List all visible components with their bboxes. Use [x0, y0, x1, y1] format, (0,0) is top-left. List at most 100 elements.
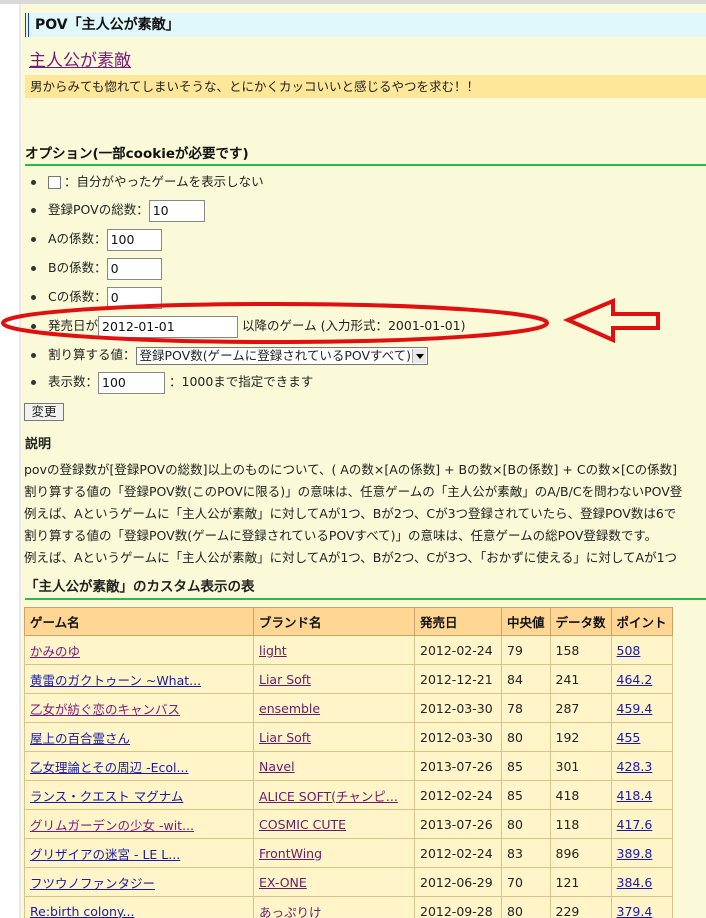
table-row: 黄雷のガクトゥーン ~What... Liar Soft 2012-12-21 84 2…: [24, 664, 673, 694]
table-cell: COSMIC CUTE: [253, 809, 415, 839]
brand-name-link[interactable]: FrontWing: [259, 846, 322, 861]
table-cell: 287: [549, 693, 612, 723]
game-name-link[interactable]: フツウノファンタジー: [30, 876, 155, 891]
release-date-cell: 2013-07-26: [420, 758, 493, 774]
hide-played-checkbox[interactable]: [48, 176, 61, 189]
median-cell: 84: [507, 671, 523, 687]
display-count-input[interactable]: 100: [98, 371, 166, 394]
release-date-cell: 2012-06-29: [420, 874, 493, 890]
points-link[interactable]: 464.2: [617, 672, 653, 687]
a-coef-label: Aの係数：: [48, 231, 107, 246]
data-count-cell: 896: [555, 845, 580, 861]
pov-title-link[interactable]: 主人公が素敵: [29, 46, 131, 71]
table-cell: 2012-03-30: [414, 693, 502, 723]
change-button[interactable]: 変更: [24, 403, 64, 421]
game-name-link[interactable]: ランス・クエスト マグナム: [30, 789, 183, 804]
points-link[interactable]: 417.6: [617, 817, 653, 832]
display-count-label: 表示数：: [48, 374, 99, 389]
points-link[interactable]: 384.6: [617, 875, 653, 890]
brand-name-link[interactable]: COSMIC CUTE: [259, 817, 346, 832]
points-link[interactable]: 508: [617, 643, 641, 658]
divisor-select[interactable]: 登録POV数(ゲームに登録されているPOVすべて): [135, 346, 429, 365]
column-header-game[interactable]: ゲーム名: [24, 607, 254, 636]
b-coef-input[interactable]: 0: [106, 257, 162, 280]
table-cell: 70: [501, 867, 551, 897]
game-name-link[interactable]: グリムガーデンの少女 -wit...: [30, 818, 194, 833]
table-cell: 459.4: [610, 693, 673, 723]
total-pov-input[interactable]: 10: [148, 199, 205, 222]
game-name-link[interactable]: 乙女が紡ぐ恋のキャンバス: [30, 702, 180, 717]
bullet-icon: [31, 380, 36, 385]
table-cell: 85: [501, 751, 551, 781]
game-name-link[interactable]: グリザイアの迷宮 - LE L...: [30, 847, 180, 862]
points-link[interactable]: 389.8: [617, 846, 653, 861]
brand-name-link[interactable]: light: [259, 643, 287, 658]
median-cell: 70: [507, 874, 523, 890]
points-link[interactable]: 459.4: [617, 701, 653, 716]
column-header-brand[interactable]: ブランド名: [253, 607, 415, 636]
brand-name-link[interactable]: ALICE SOFT(チャンピ...: [259, 789, 398, 804]
table-cell: Re:birth colony...: [24, 896, 254, 918]
table-cell: ランス・クエスト マグナム: [24, 780, 254, 810]
brand-name-link[interactable]: あっぷりけ: [259, 905, 322, 918]
table-cell: グリザイアの迷宮 - LE L...: [24, 838, 254, 868]
column-header-median[interactable]: 中央値: [501, 607, 551, 636]
release-date-cell: 2012-03-30: [420, 700, 493, 716]
release-date-cell: 2012-02-24: [420, 642, 493, 658]
divisor-label: 割り算する値：: [48, 347, 136, 362]
c-coef-input[interactable]: 0: [106, 286, 162, 309]
brand-name-link[interactable]: Liar Soft: [259, 730, 311, 745]
table-cell: 118: [549, 809, 612, 839]
a-coef-input[interactable]: 100: [106, 228, 162, 251]
brand-name-link[interactable]: EX-ONE: [259, 875, 307, 890]
median-cell: 80: [507, 729, 523, 745]
game-name-link[interactable]: 黄雷のガクトゥーン ~What...: [30, 673, 201, 688]
median-cell: 85: [507, 787, 523, 803]
points-link[interactable]: 418.4: [617, 788, 653, 803]
brand-name-link[interactable]: Navel: [259, 759, 295, 774]
bullet-icon: [31, 266, 36, 271]
table-cell: 80: [501, 809, 551, 839]
release-date-cell: 2013-07-26: [420, 816, 493, 832]
explanation-heading: 説明: [25, 437, 52, 452]
table-cell: 黄雷のガクトゥーン ~What...: [24, 664, 254, 694]
table-cell: 508: [610, 635, 673, 665]
table-cell: Liar Soft: [253, 722, 415, 752]
brand-name-link[interactable]: Liar Soft: [259, 672, 311, 687]
explanation-line: povの登録数が[登録POVの総数]以上のものについて、( Aの数×[Aの係数]…: [24, 462, 678, 477]
data-count-cell: 418: [555, 787, 580, 803]
table-cell: 2012-03-30: [414, 722, 502, 752]
table-cell: 78: [501, 693, 551, 723]
table-cell: 464.2: [610, 664, 673, 694]
brand-name-link[interactable]: ensemble: [259, 701, 320, 716]
game-name-link[interactable]: Re:birth colony...: [30, 904, 134, 918]
points-link[interactable]: 379.4: [617, 904, 653, 918]
chevron-down-icon[interactable]: [412, 348, 427, 363]
points-link[interactable]: 428.3: [617, 759, 653, 774]
column-header-points[interactable]: ポイント: [610, 607, 673, 636]
display-count-note: ：1000まで指定できます: [169, 374, 314, 389]
results-table: ゲーム名 ブランド名 発売日 中央値 データ数 ポイント かみのゆ light 20…: [24, 607, 673, 918]
game-name-link[interactable]: 屋上の百合霊さん: [30, 731, 130, 746]
points-link[interactable]: 455: [617, 730, 641, 745]
table-cell: 2012-02-24: [414, 838, 502, 868]
c-coef-label: Cの係数：: [48, 289, 107, 304]
column-header-date[interactable]: 発売日: [414, 607, 502, 636]
table-cell: 2012-09-28: [414, 896, 502, 918]
table-cell: 301: [549, 751, 612, 781]
release-date-input[interactable]: 2012-01-01: [98, 315, 239, 338]
table-row: 屋上の百合霊さん Liar Soft 2012-03-30 80 192 455: [24, 722, 673, 752]
table-header-row: ゲーム名 ブランド名 発売日 中央値 データ数 ポイント: [24, 607, 673, 636]
table-cell: 2013-07-26: [414, 751, 502, 781]
column-header-count[interactable]: データ数: [549, 607, 612, 636]
game-name-link[interactable]: かみのゆ: [30, 644, 80, 659]
data-count-cell: 301: [555, 758, 580, 774]
release-date-cell: 2012-02-24: [420, 787, 493, 803]
table-cell: Liar Soft: [253, 664, 415, 694]
pov-description: 男からみても惚れてしまいそうな、とにかくカッコいいと感じるやつを求む！！: [25, 75, 706, 98]
median-cell: 80: [507, 816, 523, 832]
game-name-link[interactable]: 乙女理論とその周辺 -Ecol...: [30, 760, 188, 775]
table-cell: Navel: [253, 751, 415, 781]
table-row: かみのゆ light 2012-02-24 79 158 508: [24, 635, 673, 665]
table-cell: あっぷりけ: [253, 896, 415, 918]
